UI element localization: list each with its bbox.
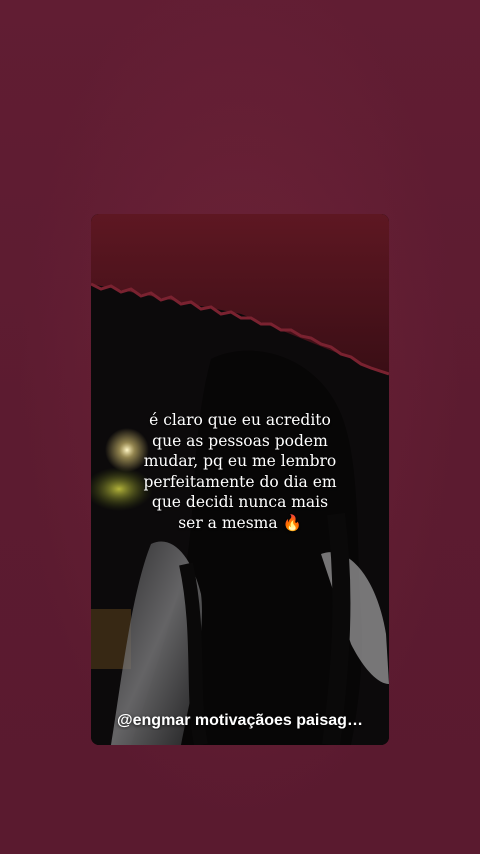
quote-line: é claro que eu acredito — [149, 411, 331, 429]
creator-credit[interactable]: @engmar motivaçãoes paisag… — [91, 712, 389, 730]
quote-line: ser a mesma 🔥 — [178, 513, 302, 532]
quote-line: mudar, pq eu me lembro — [143, 452, 337, 470]
quote-text: é claro que eu acredito que as pessoas p… — [91, 410, 389, 533]
quote-line: que decidi nunca mais — [151, 493, 329, 511]
quote-line: que as pessoas podem — [152, 431, 328, 450]
quote-line: perfeitamente do dia em — [143, 472, 337, 491]
